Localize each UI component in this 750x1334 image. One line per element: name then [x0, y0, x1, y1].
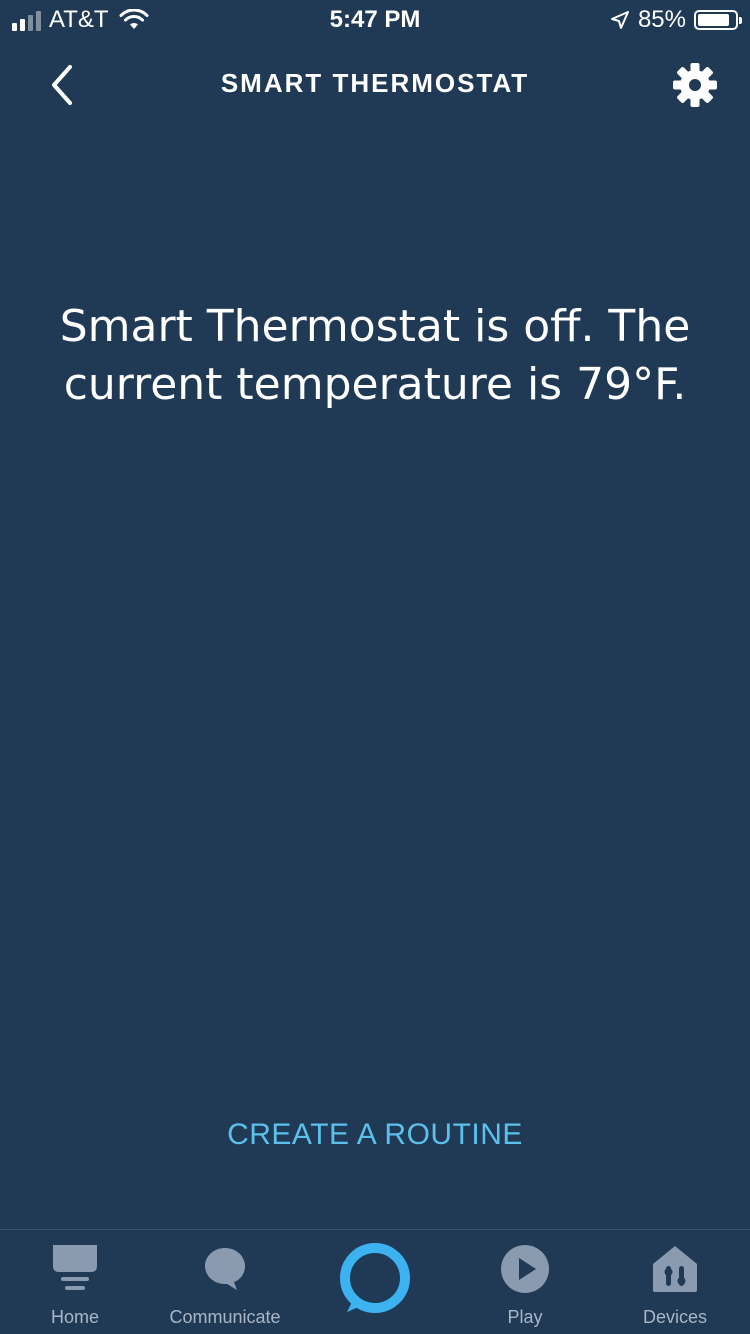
devices-icon	[653, 1246, 697, 1292]
home-icon	[53, 1245, 97, 1290]
tab-home-label: Home	[50, 1307, 99, 1327]
settings-button[interactable]	[670, 60, 720, 110]
status-right: 85%	[610, 6, 742, 34]
create-routine-button[interactable]: CREATE A ROUTINE	[0, 1118, 750, 1152]
tab-communicate[interactable]: Communicate	[150, 1230, 300, 1334]
thermostat-status-message: Smart Thermostat is off. The current tem…	[59, 301, 691, 410]
tab-devices-label: Devices	[642, 1307, 708, 1327]
play-icon	[501, 1245, 549, 1293]
battery-fill	[698, 14, 729, 26]
battery-percent: 85%	[637, 6, 686, 33]
alexa-button[interactable]	[337, 1240, 413, 1316]
battery-icon	[694, 10, 742, 30]
tab-play-label: Play	[507, 1307, 543, 1327]
nav-bar: SMART THERMOSTAT	[0, 40, 750, 130]
status-bar: AT&T 5:47 PM 85%	[0, 0, 750, 40]
location-icon	[610, 11, 629, 29]
tab-devices[interactable]: Devices	[600, 1230, 750, 1334]
page-title: SMART THERMOSTAT	[220, 68, 530, 98]
tab-play[interactable]: Play	[450, 1230, 600, 1334]
tab-communicate-label: Communicate	[169, 1307, 281, 1327]
tab-bar: Home Communicate Play Devices	[0, 1229, 750, 1334]
chat-bubble-icon	[205, 1248, 245, 1290]
alexa-ring-icon	[340, 1243, 410, 1313]
tab-home[interactable]: Home	[0, 1230, 150, 1334]
gear-icon	[673, 63, 717, 107]
